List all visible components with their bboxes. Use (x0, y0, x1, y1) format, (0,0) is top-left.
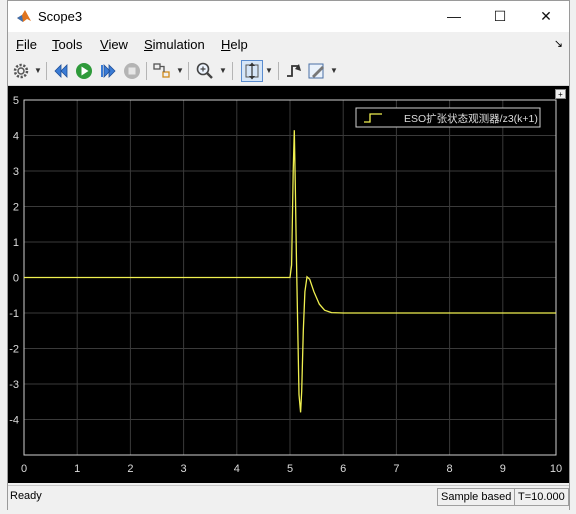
autoscale-dropdown-icon[interactable]: ▼ (265, 66, 273, 75)
step-forward-icon[interactable] (98, 61, 118, 81)
menu-help[interactable]: Help (221, 37, 248, 52)
autoscale-icon[interactable] (242, 61, 262, 81)
step-back-icon[interactable] (52, 61, 72, 81)
legend-label: ESO扩张状态观测器/z3(k+1) (404, 112, 538, 125)
toolbar-separator (278, 62, 279, 80)
scope-window: Scope3 — ☐ ✕ File Tools View Simulation … (7, 0, 570, 510)
x-tick-label: 0 (21, 463, 27, 475)
y-tick-label: 0 (13, 273, 19, 285)
y-tick-label: -1 (9, 308, 19, 320)
title-bar[interactable]: Scope3 — ☐ ✕ (8, 1, 569, 32)
y-tick-labels: 5 4 3 2 1 0 -1 -2 -3 -4 (9, 95, 19, 427)
close-button[interactable]: ✕ (523, 1, 569, 32)
toolbar-separator (146, 62, 147, 80)
toolbar-separator (232, 62, 233, 80)
x-tick-label: 1 (74, 463, 80, 475)
status-bar: Ready Sample based T=10.000 (8, 485, 569, 510)
scope-chart[interactable]: 543210-1-2-3-4 0 1 2 3 4 5 6 7 8 9 10 ESO扩张状态观测器/z… (8, 86, 569, 483)
stop-icon[interactable] (122, 61, 142, 81)
settings-icon[interactable] (11, 61, 31, 81)
minimize-button[interactable]: — (431, 1, 477, 32)
dock-arrow-icon[interactable]: ↘ (554, 37, 563, 50)
y-tick-label: -2 (9, 344, 19, 356)
x-tick-label: 5 (287, 463, 293, 475)
y-tick-label: 4 (13, 131, 19, 143)
toolbar-separator (188, 62, 189, 80)
status-mode: Sample based (437, 488, 516, 506)
maximize-button[interactable]: ☐ (477, 1, 523, 32)
x-tick-label: 2 (127, 463, 133, 475)
toolbar-separator (46, 62, 47, 80)
axes-expand-button[interactable]: + (555, 89, 566, 99)
style-dropdown-icon[interactable]: ▼ (330, 66, 338, 75)
x-tick-label: 9 (500, 463, 506, 475)
settings-dropdown-icon[interactable]: ▼ (34, 66, 42, 75)
legend: ESO扩张状态观测器/z3(k+1) (355, 107, 541, 128)
x-tick-label: 7 (393, 463, 399, 475)
menu-tools[interactable]: Tools (52, 37, 82, 52)
zoom-dropdown-icon[interactable]: ▼ (219, 66, 227, 75)
zoom-icon[interactable] (195, 61, 215, 81)
x-tick-label: 3 (181, 463, 187, 475)
style-icon[interactable] (307, 61, 327, 81)
toolbar: ▼ ▼ ▼ ▼ ▼ (8, 57, 569, 86)
window-title: Scope3 (38, 9, 83, 24)
expand-icon: + (558, 90, 563, 99)
x-tick-label: 4 (234, 463, 240, 475)
highlight-simulink-block-icon[interactable] (152, 61, 172, 81)
status-ready: Ready (10, 490, 42, 502)
menu-bar: File Tools View Simulation Help ↘ (8, 33, 569, 55)
menu-view[interactable]: View (100, 37, 128, 52)
run-icon[interactable] (74, 61, 94, 81)
x-tick-label: 8 (447, 463, 453, 475)
y-tick-label: -4 (9, 415, 19, 427)
y-tick-label: 1 (13, 237, 19, 249)
x-tick-label: 6 (340, 463, 346, 475)
y-tick-label: 3 (13, 166, 19, 178)
status-time: T=10.000 (514, 488, 569, 506)
x-tick-labels: 0 1 2 3 4 5 6 7 8 9 10 (21, 463, 562, 475)
menu-file[interactable]: File (16, 37, 37, 52)
y-tick-label: 2 (13, 202, 19, 214)
x-tick-label: 10 (550, 463, 562, 475)
y-tick-label: 5 (13, 95, 19, 107)
y-tick-label: -3 (9, 379, 19, 391)
plot-area[interactable]: 5 4 3 2 1 0 -1 -2 -3 -4 0 1 2 3 4 5 6 7 8 9 10 ESO扩张状态观测器/z… (8, 86, 569, 483)
trigger-icon[interactable] (284, 61, 304, 81)
menu-simulation[interactable]: Simulation (144, 37, 205, 52)
highlight-dropdown-icon[interactable]: ▼ (176, 66, 184, 75)
matlab-icon (17, 10, 31, 22)
